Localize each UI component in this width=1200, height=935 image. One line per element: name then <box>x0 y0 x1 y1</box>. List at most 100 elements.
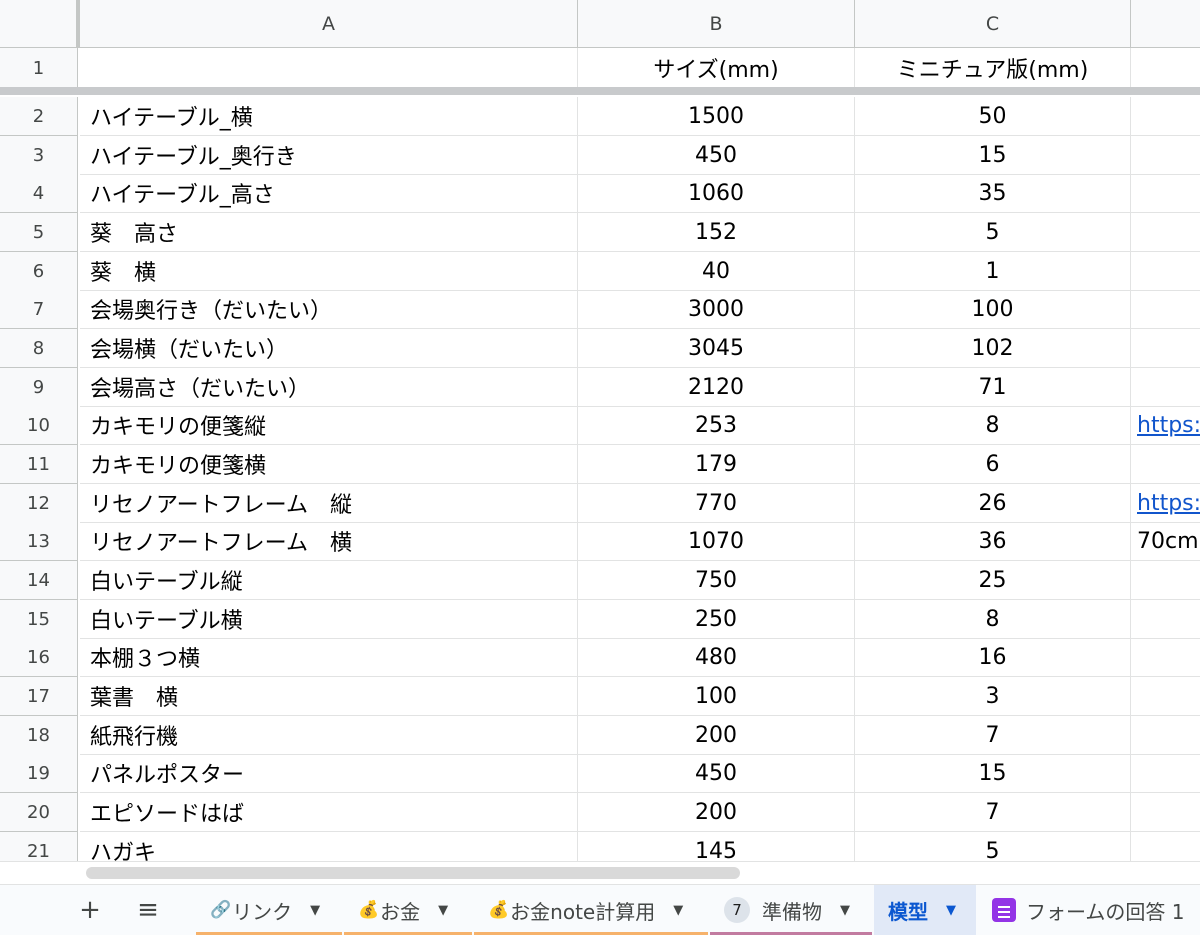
cell-d1[interactable] <box>1131 48 1200 89</box>
scrollbar-thumb[interactable] <box>86 867 740 879</box>
cell-b[interactable]: 100 <box>578 677 855 716</box>
cell-b[interactable]: 3000 <box>578 290 855 329</box>
cell-c[interactable]: 25 <box>855 561 1131 600</box>
tab-preparation[interactable]: 7 準備物 ▼ <box>710 885 872 935</box>
cell-c[interactable]: 102 <box>855 329 1131 368</box>
cell-c[interactable]: 8 <box>855 406 1131 445</box>
cell-b[interactable]: 200 <box>578 716 855 755</box>
cell-a[interactable]: リセノアートフレーム 縦 <box>80 484 578 523</box>
column-header-a[interactable]: A <box>80 0 578 48</box>
row-header[interactable]: 15 <box>0 600 78 639</box>
row-header[interactable]: 7 <box>0 290 78 329</box>
row-header[interactable]: 19 <box>0 754 78 793</box>
tab-link[interactable]: 🔗 リンク ▼ <box>196 885 342 935</box>
cell-d[interactable] <box>1131 561 1200 600</box>
row-header[interactable]: 16 <box>0 638 78 677</box>
cell-b[interactable]: 253 <box>578 406 855 445</box>
row-header[interactable]: 6 <box>0 252 78 291</box>
cell-c[interactable]: 50 <box>855 97 1131 136</box>
cell-c[interactable]: 36 <box>855 522 1131 561</box>
row-header[interactable]: 12 <box>0 484 78 523</box>
cell-c[interactable]: 35 <box>855 174 1131 213</box>
cell-b[interactable]: 1060 <box>578 174 855 213</box>
tab-model[interactable]: 模型 ▼ <box>874 885 976 935</box>
row-header[interactable]: 11 <box>0 445 78 484</box>
cell-a[interactable]: 会場高さ（だいたい） <box>80 368 578 407</box>
cell-a[interactable]: 葵 横 <box>80 252 578 291</box>
row-header[interactable]: 10 <box>0 406 78 445</box>
cell-d[interactable] <box>1131 368 1200 407</box>
cell-b[interactable]: 1500 <box>578 97 855 136</box>
row-header[interactable]: 8 <box>0 329 78 368</box>
cell-b[interactable]: 179 <box>578 445 855 484</box>
cell-a[interactable]: ハイテーブル_高さ <box>80 174 578 213</box>
cell-c[interactable]: 5 <box>855 213 1131 252</box>
cell-a[interactable]: エピソードはば <box>80 793 578 832</box>
cell-b[interactable]: 200 <box>578 793 855 832</box>
cell-c[interactable]: 100 <box>855 290 1131 329</box>
cell-a[interactable]: パネルポスター <box>80 754 578 793</box>
cell-a[interactable]: カキモリの便箋縦 <box>80 406 578 445</box>
cell-b[interactable]: 450 <box>578 136 855 175</box>
cell-a1[interactable] <box>80 48 578 89</box>
row-header[interactable]: 18 <box>0 716 78 755</box>
cell-c[interactable]: 26 <box>855 484 1131 523</box>
cell-d[interactable]: 70cm <box>1131 522 1200 561</box>
cell-b[interactable]: 3045 <box>578 329 855 368</box>
row-header[interactable]: 9 <box>0 368 78 407</box>
column-header-d[interactable] <box>1131 0 1200 48</box>
cell-c1[interactable]: ミニチュア版(mm) <box>855 48 1131 89</box>
cell-b[interactable]: 250 <box>578 600 855 639</box>
cell-b[interactable]: 750 <box>578 561 855 600</box>
chevron-down-icon[interactable]: ▼ <box>438 903 448 918</box>
cell-a[interactable]: 紙飛行機 <box>80 716 578 755</box>
cell-a[interactable]: 会場奥行き（だいたい） <box>80 290 578 329</box>
cell-b[interactable]: 480 <box>578 638 855 677</box>
row-header[interactable]: 1 <box>0 48 78 89</box>
cell-a[interactable]: カキモリの便箋横 <box>80 445 578 484</box>
cell-c[interactable]: 1 <box>855 252 1131 291</box>
row-header[interactable]: 13 <box>0 522 78 561</box>
cell-d[interactable]: https:/ <box>1131 484 1200 523</box>
cell-d[interactable] <box>1131 174 1200 213</box>
tab-form-responses[interactable]: フォームの回答 1 <box>978 885 1200 935</box>
cell-a[interactable]: 葉書 横 <box>80 677 578 716</box>
row-header[interactable]: 5 <box>0 213 78 252</box>
cell-a[interactable]: 本棚３つ横 <box>80 638 578 677</box>
row-header[interactable]: 2 <box>0 97 78 136</box>
row-header[interactable]: 20 <box>0 793 78 832</box>
row-header[interactable]: 14 <box>0 561 78 600</box>
cell-a[interactable]: 白いテーブル縦 <box>80 561 578 600</box>
cell-c[interactable]: 15 <box>855 136 1131 175</box>
cell-link[interactable]: https:/ <box>1137 491 1200 516</box>
cell-a[interactable]: 白いテーブル横 <box>80 600 578 639</box>
cell-d[interactable] <box>1131 290 1200 329</box>
cell-a[interactable]: ハイテーブル_横 <box>80 97 578 136</box>
cell-c[interactable]: 3 <box>855 677 1131 716</box>
cell-d[interactable] <box>1131 329 1200 368</box>
column-header-b[interactable]: B <box>578 0 855 48</box>
cell-d[interactable] <box>1131 793 1200 832</box>
cell-b1[interactable]: サイズ(mm) <box>578 48 855 89</box>
cell-d[interactable] <box>1131 213 1200 252</box>
cell-b[interactable]: 1070 <box>578 522 855 561</box>
row-header[interactable]: 3 <box>0 136 78 175</box>
cell-d[interactable] <box>1131 600 1200 639</box>
cell-c[interactable]: 16 <box>855 638 1131 677</box>
cell-a[interactable]: 会場横（だいたい） <box>80 329 578 368</box>
horizontal-scrollbar[interactable] <box>0 861 1200 882</box>
cell-d[interactable] <box>1131 136 1200 175</box>
chevron-down-icon[interactable]: ▼ <box>310 903 320 918</box>
cell-d[interactable] <box>1131 754 1200 793</box>
cell-c[interactable]: 7 <box>855 716 1131 755</box>
cell-d[interactable]: https:/ <box>1131 406 1200 445</box>
frozen-row-divider[interactable] <box>0 87 1200 95</box>
tab-money[interactable]: 💰 お金 ▼ <box>344 885 472 935</box>
cell-d[interactable] <box>1131 677 1200 716</box>
chevron-down-icon[interactable]: ▼ <box>840 903 850 918</box>
cell-b[interactable]: 770 <box>578 484 855 523</box>
select-all-corner[interactable] <box>0 0 78 48</box>
cell-a[interactable]: リセノアートフレーム 横 <box>80 522 578 561</box>
cell-a[interactable]: 葵 高さ <box>80 213 578 252</box>
chevron-down-icon[interactable]: ▼ <box>673 903 683 918</box>
